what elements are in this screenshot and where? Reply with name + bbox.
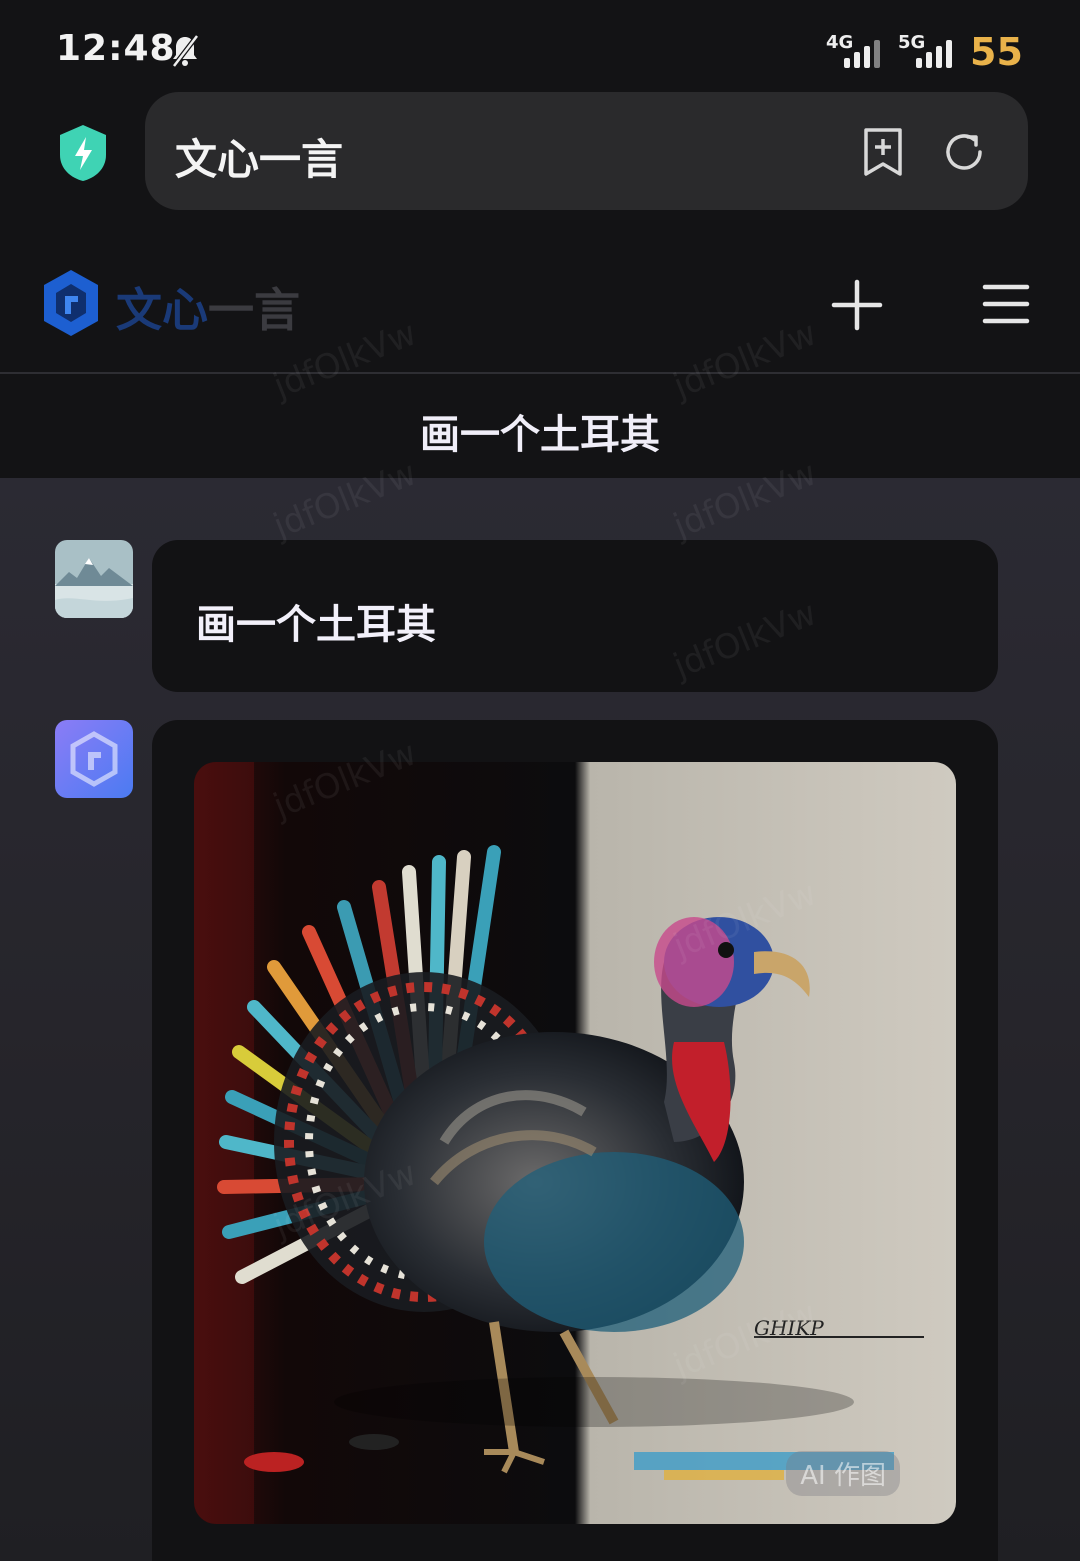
chat-title: 画一个土耳其 <box>420 412 660 458</box>
turkey-painting: GHIKP <box>194 762 956 1524</box>
add-bookmark-icon[interactable] <box>860 126 906 178</box>
hamburger-menu-icon[interactable] <box>982 282 1030 326</box>
mute-bell-icon <box>172 34 199 68</box>
app-header: 文心一言 <box>0 230 1080 372</box>
page-title: 文心一言 <box>175 135 344 184</box>
browser-toolbar: 文心一言 <box>0 90 1080 230</box>
user-avatar-image <box>55 540 133 618</box>
refresh-icon[interactable] <box>940 128 988 176</box>
address-bar[interactable]: 文心一言 <box>145 92 1028 210</box>
chat-title-bar: 画一个土耳其 <box>0 374 1080 478</box>
user-avatar <box>55 540 133 618</box>
bot-message-bubble[interactable]: GHIKP AI 作图 <box>152 720 998 1561</box>
ai-drawing-badge: AI 作图 <box>786 1451 900 1496</box>
status-time: 12:48 <box>56 28 176 69</box>
user-message-bubble[interactable]: 画一个土耳其 <box>152 540 998 692</box>
battery-level: 55 <box>970 30 1023 74</box>
generated-turkey-image[interactable]: GHIKP AI 作图 <box>194 762 956 1524</box>
new-chat-plus-icon[interactable] <box>830 278 884 332</box>
signal-5g-icon: 5G <box>898 32 964 72</box>
bot-avatar <box>55 720 133 798</box>
logo-text-part-2: 一言 <box>208 283 300 337</box>
signal-4g-icon: 4G <box>826 32 892 72</box>
security-shield-icon[interactable] <box>56 123 110 183</box>
status-bar: 12:48 4G 5G 55 <box>0 0 1080 90</box>
app-logo-text: 文心一言 <box>116 274 300 340</box>
logo-text-part-1: 文心 <box>116 283 208 337</box>
wenxin-logo-icon[interactable] <box>40 268 102 338</box>
user-message-text: 画一个土耳其 <box>196 602 436 648</box>
chat-area[interactable]: 画一个土耳其 GHIKP AI 作图 <box>0 478 1080 1561</box>
bot-logo-icon <box>70 731 118 787</box>
